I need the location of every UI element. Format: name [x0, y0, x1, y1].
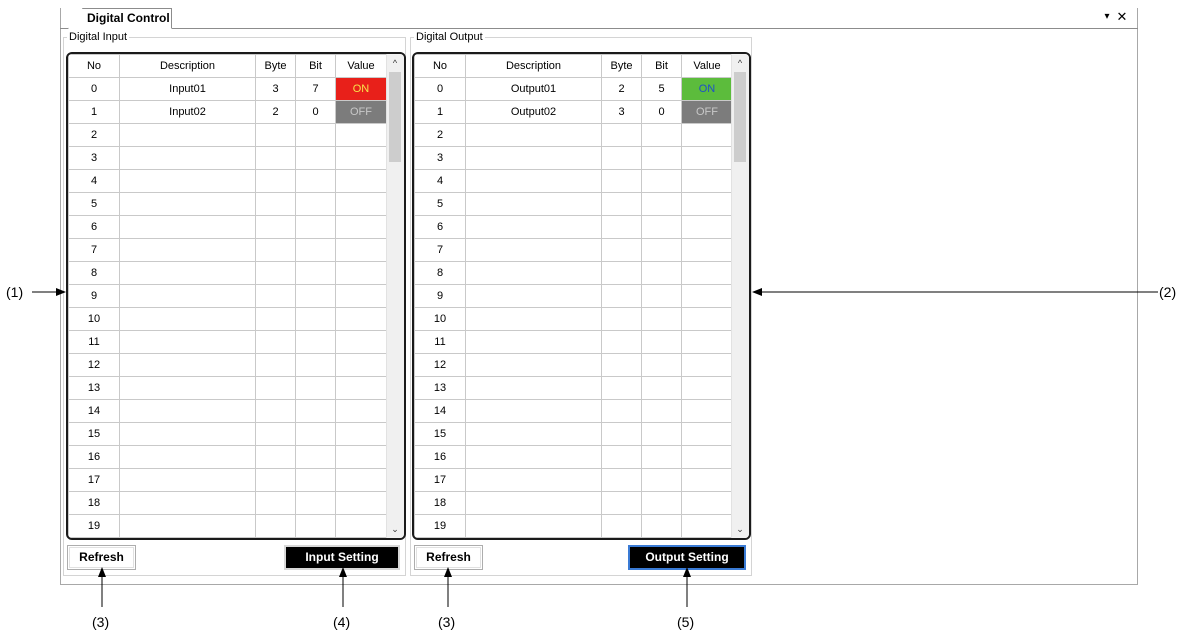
callout-arrows	[32, 288, 1158, 607]
callout-label-2: (2)	[1159, 284, 1177, 300]
callout-label-5: (5)	[677, 614, 695, 630]
callout-label-3b: (3)	[438, 614, 456, 630]
callout-label-1: (1)	[6, 284, 24, 300]
callout-label-4: (4)	[333, 614, 351, 630]
callout-label-3a: (3)	[92, 614, 110, 630]
